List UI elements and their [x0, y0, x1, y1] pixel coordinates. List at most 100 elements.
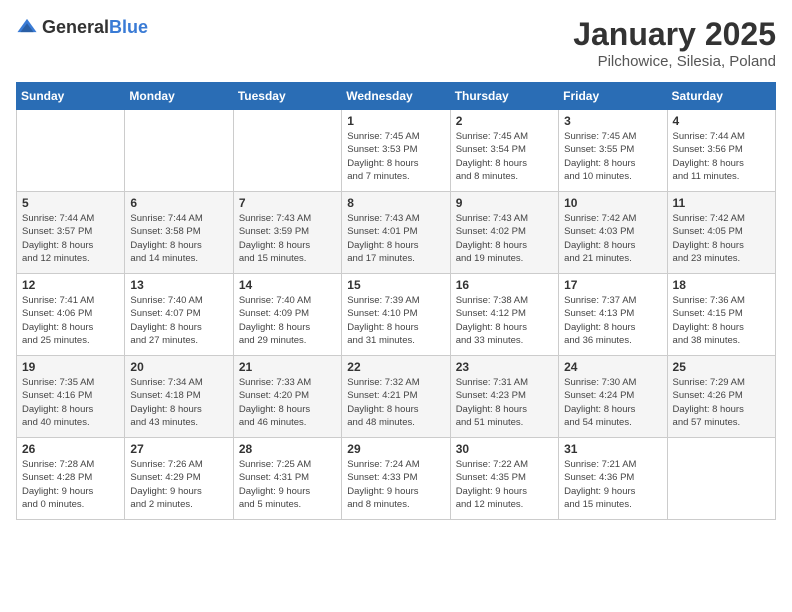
weekday-header-tuesday: Tuesday — [233, 83, 341, 110]
calendar-cell: 4 Sunrise: 7:44 AM Sunset: 3:56 PM Daylig… — [667, 110, 775, 192]
day-number: 26 — [22, 442, 119, 456]
day-info: Sunrise: 7:28 AM Sunset: 4:28 PM Dayligh… — [22, 458, 119, 511]
day-number: 18 — [673, 278, 770, 292]
day-number: 12 — [22, 278, 119, 292]
calendar-cell: 10 Sunrise: 7:42 AM Sunset: 4:03 PM Dayli… — [559, 192, 667, 274]
calendar-cell: 9Sunrise: 7:43 AM Sunset: 4:02 PM Daylig… — [450, 192, 558, 274]
calendar-cell: 19Sunrise: 7:35 AM Sunset: 4:16 PM Dayli… — [17, 356, 125, 438]
day-info: Sunrise: 7:44 AM Sunset: 3:58 PM Dayligh… — [130, 212, 227, 265]
day-info: Sunrise: 7:39 AM Sunset: 4:10 PM Dayligh… — [347, 294, 444, 347]
day-info: Sunrise: 7:44 AM Sunset: 3:57 PM Dayligh… — [22, 212, 119, 265]
day-number: 13 — [130, 278, 227, 292]
calendar-cell: 16 Sunrise: 7:38 AM Sunset: 4:12 PM Dayli… — [450, 274, 558, 356]
weekday-header-sunday: Sunday — [17, 83, 125, 110]
day-info: Sunrise: 7:45 AM Sunset: 3:53 PM Dayligh… — [347, 130, 444, 183]
logo-blue: Blue — [109, 17, 148, 37]
week-row-4: 19Sunrise: 7:35 AM Sunset: 4:16 PM Dayli… — [17, 356, 776, 438]
day-info: Sunrise: 7:44 AM Sunset: 3:56 PM Dayligh… — [673, 130, 770, 183]
calendar-cell: 26 Sunrise: 7:28 AM Sunset: 4:28 PM Dayli… — [17, 438, 125, 520]
day-number: 29 — [347, 442, 444, 456]
week-row-2: 5 Sunrise: 7:44 AM Sunset: 3:57 PM Daylig… — [17, 192, 776, 274]
day-number: 21 — [239, 360, 336, 374]
logo: GeneralBlue — [16, 16, 148, 38]
calendar-cell: 22Sunrise: 7:32 AM Sunset: 4:21 PM Dayli… — [342, 356, 450, 438]
day-info: Sunrise: 7:37 AM Sunset: 4:13 PM Dayligh… — [564, 294, 661, 347]
day-number: 1 — [347, 114, 444, 128]
day-info: Sunrise: 7:43 AM Sunset: 4:01 PM Dayligh… — [347, 212, 444, 265]
day-number: 7 — [239, 196, 336, 210]
calendar-cell: 30 Sunrise: 7:22 AM Sunset: 4:35 PM Dayli… — [450, 438, 558, 520]
month-title: January 2025 — [573, 16, 776, 53]
calendar-cell: 5 Sunrise: 7:44 AM Sunset: 3:57 PM Daylig… — [17, 192, 125, 274]
day-number: 25 — [673, 360, 770, 374]
day-info: Sunrise: 7:31 AM Sunset: 4:23 PM Dayligh… — [456, 376, 553, 429]
day-number: 28 — [239, 442, 336, 456]
calendar-cell: 25 Sunrise: 7:29 AM Sunset: 4:26 PM Dayli… — [667, 356, 775, 438]
day-number: 14 — [239, 278, 336, 292]
week-row-1: 1 Sunrise: 7:45 AM Sunset: 3:53 PM Daylig… — [17, 110, 776, 192]
calendar-cell: 15 Sunrise: 7:39 AM Sunset: 4:10 PM Dayli… — [342, 274, 450, 356]
day-info: Sunrise: 7:43 AM Sunset: 4:02 PM Dayligh… — [456, 212, 553, 265]
calendar: SundayMondayTuesdayWednesdayThursdayFrid… — [16, 82, 776, 520]
weekday-header-friday: Friday — [559, 83, 667, 110]
day-info: Sunrise: 7:29 AM Sunset: 4:26 PM Dayligh… — [673, 376, 770, 429]
day-info: Sunrise: 7:25 AM Sunset: 4:31 PM Dayligh… — [239, 458, 336, 511]
day-number: 30 — [456, 442, 553, 456]
day-info: Sunrise: 7:33 AM Sunset: 4:20 PM Dayligh… — [239, 376, 336, 429]
day-number: 16 — [456, 278, 553, 292]
day-number: 22 — [347, 360, 444, 374]
weekday-header-thursday: Thursday — [450, 83, 558, 110]
day-number: 23 — [456, 360, 553, 374]
day-number: 27 — [130, 442, 227, 456]
day-info: Sunrise: 7:30 AM Sunset: 4:24 PM Dayligh… — [564, 376, 661, 429]
calendar-cell: 23 Sunrise: 7:31 AM Sunset: 4:23 PM Dayli… — [450, 356, 558, 438]
day-info: Sunrise: 7:21 AM Sunset: 4:36 PM Dayligh… — [564, 458, 661, 511]
day-info: Sunrise: 7:40 AM Sunset: 4:07 PM Dayligh… — [130, 294, 227, 347]
calendar-cell — [667, 438, 775, 520]
page-header: GeneralBlue January 2025 Pilchowice, Sil… — [16, 16, 776, 70]
day-number: 20 — [130, 360, 227, 374]
day-info: Sunrise: 7:22 AM Sunset: 4:35 PM Dayligh… — [456, 458, 553, 511]
weekday-header-saturday: Saturday — [667, 83, 775, 110]
day-info: Sunrise: 7:42 AM Sunset: 4:03 PM Dayligh… — [564, 212, 661, 265]
day-info: Sunrise: 7:26 AM Sunset: 4:29 PM Dayligh… — [130, 458, 227, 511]
calendar-cell: 2Sunrise: 7:45 AM Sunset: 3:54 PM Daylig… — [450, 110, 558, 192]
day-number: 31 — [564, 442, 661, 456]
weekday-header-row: SundayMondayTuesdayWednesdayThursdayFrid… — [17, 83, 776, 110]
day-info: Sunrise: 7:36 AM Sunset: 4:15 PM Dayligh… — [673, 294, 770, 347]
calendar-cell: 21 Sunrise: 7:33 AM Sunset: 4:20 PM Dayli… — [233, 356, 341, 438]
title-block: January 2025 Pilchowice, Silesia, Poland — [573, 16, 776, 70]
calendar-cell — [233, 110, 341, 192]
calendar-cell: 29Sunrise: 7:24 AM Sunset: 4:33 PM Dayli… — [342, 438, 450, 520]
day-number: 10 — [564, 196, 661, 210]
day-number: 17 — [564, 278, 661, 292]
weekday-header-monday: Monday — [125, 83, 233, 110]
calendar-cell: 31 Sunrise: 7:21 AM Sunset: 4:36 PM Dayli… — [559, 438, 667, 520]
location-title: Pilchowice, Silesia, Poland — [573, 53, 776, 70]
calendar-cell: 18 Sunrise: 7:36 AM Sunset: 4:15 PM Dayli… — [667, 274, 775, 356]
calendar-cell: 6 Sunrise: 7:44 AM Sunset: 3:58 PM Daylig… — [125, 192, 233, 274]
day-number: 24 — [564, 360, 661, 374]
calendar-cell: 24 Sunrise: 7:30 AM Sunset: 4:24 PM Dayli… — [559, 356, 667, 438]
day-info: Sunrise: 7:43 AM Sunset: 3:59 PM Dayligh… — [239, 212, 336, 265]
day-info: Sunrise: 7:38 AM Sunset: 4:12 PM Dayligh… — [456, 294, 553, 347]
day-number: 11 — [673, 196, 770, 210]
day-number: 6 — [130, 196, 227, 210]
day-info: Sunrise: 7:35 AM Sunset: 4:16 PM Dayligh… — [22, 376, 119, 429]
calendar-cell: 27 Sunrise: 7:26 AM Sunset: 4:29 PM Dayli… — [125, 438, 233, 520]
calendar-cell: 20 Sunrise: 7:34 AM Sunset: 4:18 PM Dayli… — [125, 356, 233, 438]
calendar-cell: 7 Sunrise: 7:43 AM Sunset: 3:59 PM Daylig… — [233, 192, 341, 274]
day-info: Sunrise: 7:40 AM Sunset: 4:09 PM Dayligh… — [239, 294, 336, 347]
day-number: 5 — [22, 196, 119, 210]
calendar-cell: 3Sunrise: 7:45 AM Sunset: 3:55 PM Daylig… — [559, 110, 667, 192]
logo-icon — [16, 16, 38, 38]
day-info: Sunrise: 7:45 AM Sunset: 3:55 PM Dayligh… — [564, 130, 661, 183]
week-row-5: 26 Sunrise: 7:28 AM Sunset: 4:28 PM Dayli… — [17, 438, 776, 520]
weekday-header-wednesday: Wednesday — [342, 83, 450, 110]
day-number: 4 — [673, 114, 770, 128]
calendar-cell: 12Sunrise: 7:41 AM Sunset: 4:06 PM Dayli… — [17, 274, 125, 356]
logo-general: General — [42, 17, 109, 37]
day-number: 15 — [347, 278, 444, 292]
day-info: Sunrise: 7:34 AM Sunset: 4:18 PM Dayligh… — [130, 376, 227, 429]
logo-text: GeneralBlue — [42, 17, 148, 38]
